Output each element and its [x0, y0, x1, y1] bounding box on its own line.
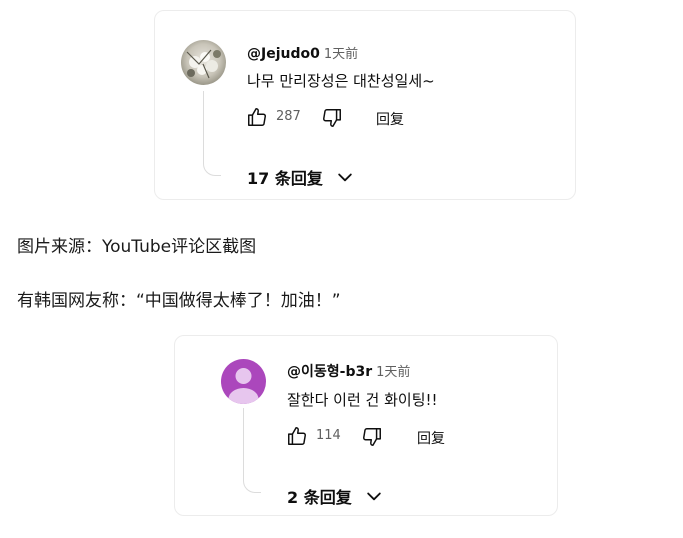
replies-label[interactable]: 2 条回复	[287, 484, 352, 508]
comment-author[interactable]: @이동형-b3r 1天前	[287, 361, 410, 381]
comment-author[interactable]: @Jejudo0 1天前	[247, 43, 358, 62]
avatar[interactable]	[181, 40, 226, 85]
thumbs-up-icon[interactable]	[246, 106, 268, 128]
comment-text: 나무 만리장성은 대찬성일세~	[247, 72, 435, 90]
view-replies-button[interactable]: 17 条回复	[247, 165, 355, 189]
thread-line	[203, 91, 221, 176]
view-replies-button[interactable]: 2 条回复	[287, 484, 384, 508]
comment-time[interactable]: 1天前	[324, 47, 358, 62]
author-handle[interactable]: @이동형-b3r	[287, 364, 372, 380]
thumbs-down-icon[interactable]	[361, 426, 383, 448]
chevron-down-icon[interactable]	[364, 486, 384, 506]
avatar[interactable]	[221, 359, 266, 404]
thumbs-down-icon[interactable]	[321, 107, 343, 129]
author-handle[interactable]: @Jejudo0	[247, 46, 320, 62]
like-count: 114	[316, 428, 341, 443]
comment-card: @Jejudo0 1天前 나무 만리장성은 대찬성일세~ 287 回复 17 条回…	[154, 10, 576, 200]
article-paragraph: 有韩国网友称：“中国做得太棒了！加油！”	[17, 291, 341, 311]
comment-text: 잘한다 이런 건 화이팅!!	[287, 391, 438, 409]
comment-time[interactable]: 1天前	[376, 365, 410, 380]
comment-card: @이동형-b3r 1天前 잘한다 이런 건 화이팅!! 114 回复 2 条回复	[174, 335, 558, 516]
thread-line	[243, 408, 261, 493]
chevron-down-icon[interactable]	[335, 167, 355, 187]
image-caption: 图片来源：YouTube评论区截图	[17, 237, 257, 257]
like-count: 287	[276, 109, 301, 124]
replies-label[interactable]: 17 条回复	[247, 165, 323, 189]
thumbs-up-icon[interactable]	[286, 425, 308, 447]
reply-button[interactable]: 回复	[376, 109, 404, 129]
reply-button[interactable]: 回复	[417, 428, 445, 448]
